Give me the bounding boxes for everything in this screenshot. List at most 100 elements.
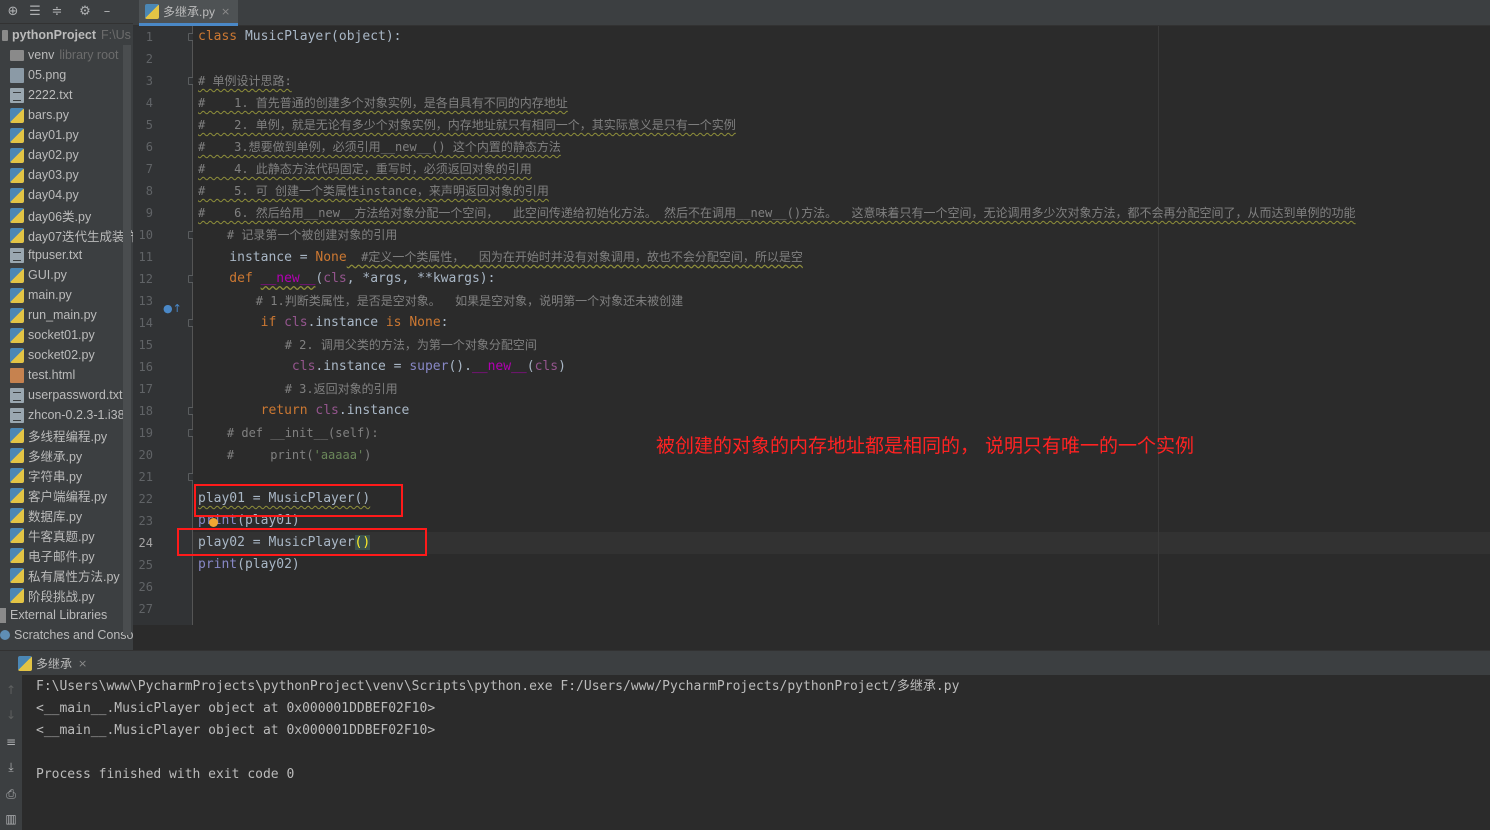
- tree-item-file[interactable]: 客户端编程.py: [10, 485, 107, 505]
- tree-item-file[interactable]: 多继承.py: [10, 445, 82, 465]
- line-number: 1: [145, 30, 153, 44]
- tree-item-external-libraries[interactable]: External Libraries: [0, 605, 107, 625]
- tree-item-file[interactable]: zhcon-0.2.3-1.i386: [10, 405, 132, 425]
- tree-item-label: run_main.py: [28, 308, 97, 322]
- down-arrow-icon[interactable]: ↓: [3, 708, 19, 724]
- scroll-to-end-icon[interactable]: ⤓: [3, 760, 19, 776]
- image-file-icon: [10, 67, 24, 83]
- tree-item-label: 阶段挑战.py: [28, 589, 95, 604]
- tree-item-file[interactable]: day07迭代生成装饰: [10, 225, 133, 245]
- python-file-icon: [10, 347, 24, 363]
- line-number: 6: [145, 140, 153, 154]
- tree-item-label: userpassword.txt: [28, 388, 123, 402]
- code-line-18: return cls.instance: [198, 403, 410, 418]
- tree-item-file[interactable]: 2222.txt: [10, 85, 72, 105]
- line-number: 16: [138, 360, 153, 374]
- tree-item-label: 多继承.py: [28, 449, 83, 464]
- hide-icon[interactable]: –: [96, 1, 118, 23]
- expand-icon[interactable]: ≑: [46, 1, 68, 23]
- project-scrollbar[interactable]: [123, 45, 131, 635]
- close-icon[interactable]: ×: [221, 5, 230, 18]
- line-number: 4: [145, 96, 153, 110]
- line-number: 2: [145, 52, 153, 66]
- tree-item-file[interactable]: socket01.py: [10, 325, 95, 345]
- console-command: F:\Users\www\PycharmProjects\pythonProje…: [36, 679, 960, 694]
- library-icon: [0, 607, 6, 623]
- up-arrow-icon[interactable]: ↑: [3, 683, 19, 699]
- line-number: 13: [138, 294, 153, 308]
- line-number: 9: [145, 206, 153, 220]
- tree-item-file[interactable]: userpassword.txt: [10, 385, 122, 405]
- tree-item-file[interactable]: main.py: [10, 285, 72, 305]
- tree-item-label: day01.py: [28, 128, 79, 142]
- tree-item-file[interactable]: day04.py: [10, 185, 79, 205]
- python-file-icon: [10, 507, 24, 523]
- project-root[interactable]: pythonProject F:\Us: [2, 25, 131, 45]
- line-number: 5: [145, 118, 153, 132]
- tree-item-file[interactable]: 电子邮件.py: [10, 545, 95, 565]
- run-console[interactable]: F:\Users\www\PycharmProjects\pythonProje…: [22, 675, 1490, 830]
- tree-item-label: main.py: [28, 288, 72, 302]
- line-number: 24: [138, 536, 153, 550]
- tree-item-file[interactable]: GUI.py: [10, 265, 67, 285]
- code-line-9: # 6. 然后给用__new__方法给对象分配一个空间， 此空间传递给初始化方法…: [198, 206, 1356, 220]
- tree-item-label: day07迭代生成装饰: [28, 229, 133, 244]
- tree-item-file[interactable]: 牛客真题.py: [10, 525, 95, 545]
- override-marker-icon[interactable]: ●↑: [163, 302, 182, 315]
- tab-label: 多继承.py: [163, 5, 216, 19]
- python-file-icon: [10, 287, 24, 303]
- project-root-path: F:\Us: [101, 28, 131, 42]
- run-tool-header: 多继承 ×: [0, 650, 1490, 675]
- python-file-icon: [10, 167, 24, 183]
- highlight-box-play02: [177, 528, 427, 556]
- run-tab-label[interactable]: 多继承: [36, 655, 72, 672]
- annotation-text: 被创建的对象的内存地址都是相同的， 说明只有唯一的一个实例: [656, 435, 1195, 457]
- external-libraries-label: External Libraries: [10, 608, 108, 622]
- line-number: 15: [138, 338, 153, 352]
- tree-item-file[interactable]: socket02.py: [10, 345, 95, 365]
- folder-icon: [10, 49, 24, 61]
- collapse-icon[interactable]: ☰: [24, 1, 46, 23]
- line-number: 22: [138, 492, 153, 506]
- tree-item-label: day03.py: [28, 168, 79, 182]
- tree-item-label: 牛客真题.py: [28, 529, 95, 544]
- tree-item-file[interactable]: ftpuser.txt: [10, 245, 82, 265]
- code-line-3: # 单例设计思路:: [198, 74, 292, 88]
- tree-item-file[interactable]: run_main.py: [10, 305, 97, 325]
- warning-bulb-icon[interactable]: [209, 518, 218, 527]
- code-line-6: # 3.想要做到单例，必须引用__new__() 这个内置的静态方法: [198, 140, 561, 154]
- tree-item-file[interactable]: test.html: [10, 365, 75, 385]
- code-line-15: # 2. 调用父类的方法，为第一个对象分配空间: [198, 338, 537, 352]
- tree-item-file[interactable]: 05.png: [10, 65, 66, 85]
- python-file-icon: [10, 147, 24, 163]
- text-file-icon: [10, 387, 24, 403]
- print-icon[interactable]: ⎙: [3, 787, 19, 803]
- tree-item-file[interactable]: 数据库.py: [10, 505, 82, 525]
- code-line-13: # 1.判断类属性，是否是空对象。 如果是空对象，说明第一个对象还未被创建: [198, 294, 684, 308]
- tree-item-file[interactable]: 阶段挑战.py: [10, 585, 95, 605]
- tree-item-file[interactable]: bars.py: [10, 105, 69, 125]
- tree-item-file[interactable]: day06类.py: [10, 205, 91, 225]
- tree-item-file[interactable]: 多线程编程.py: [10, 425, 107, 445]
- tree-item-label: ftpuser.txt: [28, 248, 83, 262]
- gear-icon[interactable]: ⚙: [74, 1, 96, 23]
- trash-icon[interactable]: ▥: [3, 812, 19, 828]
- target-icon[interactable]: ⊕: [2, 1, 24, 23]
- tree-item-file[interactable]: 私有属性方法.py: [10, 565, 120, 585]
- close-icon[interactable]: ×: [78, 657, 87, 670]
- tree-item-label: day02.py: [28, 148, 79, 162]
- tree-item-file[interactable]: day01.py: [10, 125, 79, 145]
- code-line-19: # def __init__(self):: [198, 426, 379, 440]
- tree-item-venv[interactable]: venv library root: [10, 45, 118, 65]
- line-number: 27: [138, 602, 153, 616]
- console-exit: Process finished with exit code 0: [36, 767, 295, 782]
- tree-item-scratches[interactable]: Scratches and Conso: [0, 625, 133, 645]
- tree-item-file[interactable]: day02.py: [10, 145, 79, 165]
- tree-item-label: 多线程编程.py: [28, 429, 108, 444]
- tab-multi-inherit[interactable]: 多继承.py ×: [139, 0, 239, 26]
- line-number: 20: [138, 448, 153, 462]
- tree-item-file[interactable]: 字符串.py: [10, 465, 82, 485]
- soft-wrap-icon[interactable]: ≡: [3, 735, 19, 751]
- folder-icon: [2, 29, 8, 41]
- tree-item-file[interactable]: day03.py: [10, 165, 79, 185]
